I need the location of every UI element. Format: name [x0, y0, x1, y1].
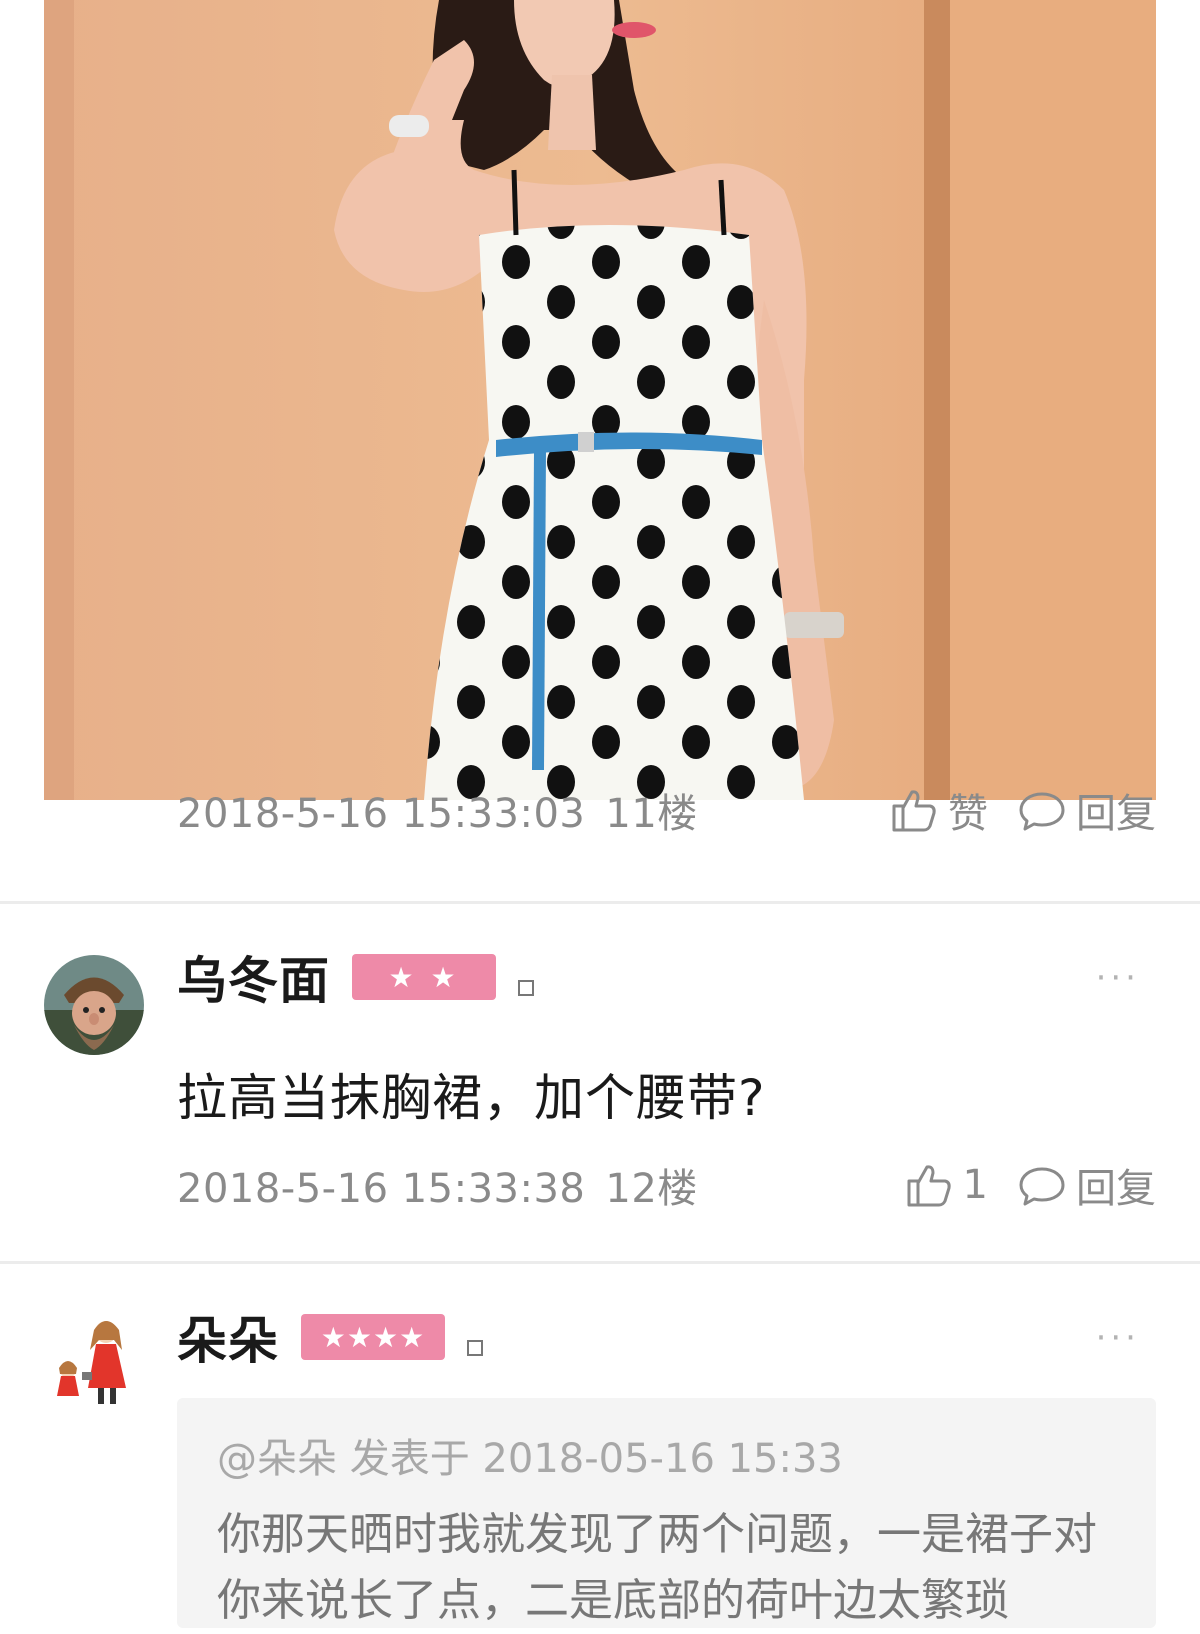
- post-photo[interactable]: [44, 0, 1156, 800]
- comment-bubble-icon: [1019, 792, 1065, 831]
- divider: [0, 1261, 1200, 1264]
- level-badge: ★ ★: [352, 954, 496, 1000]
- thumbs-up-icon: [907, 1165, 951, 1207]
- thumbs-up-icon: [892, 790, 936, 832]
- username[interactable]: 朵朵: [177, 1301, 279, 1373]
- square-icon: [518, 980, 534, 996]
- post-timestamp: 2018-5-16 15:33:03: [177, 791, 586, 837]
- woman-polka-dot-dress-image: [44, 0, 1156, 800]
- avatar[interactable]: [44, 955, 144, 1055]
- like-label: 赞: [948, 791, 988, 837]
- comment-actions: 1 回复: [905, 1156, 1156, 1214]
- comment-user-line: 朵朵 ★★★★: [177, 1302, 483, 1372]
- post-floor: 11楼: [605, 791, 698, 837]
- reply-button[interactable]: 回复: [1018, 1156, 1156, 1214]
- like-button[interactable]: 赞: [890, 781, 988, 839]
- reply-label: 回复: [1076, 1166, 1156, 1212]
- comment-text: 拉高当抹胸裙，加个腰带?: [177, 1069, 766, 1127]
- cartoon-girls-avatar-image: [44, 1310, 144, 1410]
- more-dots-icon[interactable]: ···: [1096, 1318, 1140, 1358]
- post-meta-row: 2018-5-16 15:33:03 11楼 赞 回复: [177, 780, 1156, 840]
- more-dots-icon[interactable]: ···: [1096, 958, 1140, 998]
- comment-floor: 12楼: [605, 1166, 698, 1212]
- post-meta: 2018-5-16 15:33:03 11楼: [177, 781, 698, 839]
- comment-bubble-icon: [1019, 1167, 1065, 1206]
- divider: [0, 901, 1200, 904]
- reply-label: 回复: [1076, 791, 1156, 837]
- quote-body: 你那天晒时我就发现了两个问题，一是裙子对你来说长了点，二是底部的荷叶边太繁琐: [217, 1509, 1097, 1626]
- avatar[interactable]: [44, 1310, 144, 1410]
- comment-timestamp: 2018-5-16 15:33:38: [177, 1166, 586, 1212]
- reply-button[interactable]: 回复: [1018, 781, 1156, 839]
- comment-meta-row: 2018-5-16 15:33:38 12楼 1 回复: [177, 1155, 1156, 1215]
- like-count: 1: [962, 1162, 988, 1208]
- comment-meta: 2018-5-16 15:33:38 12楼: [177, 1156, 698, 1214]
- quote-header[interactable]: @朵朵 发表于 2018-05-16 15:33: [217, 1426, 843, 1484]
- like-button[interactable]: 1: [905, 1161, 988, 1209]
- comment-user-line: 乌冬面 ★ ★: [177, 942, 534, 1012]
- square-icon: [467, 1340, 483, 1356]
- post-actions: 赞 回复: [890, 781, 1156, 839]
- level-badge: ★★★★: [301, 1314, 445, 1360]
- dwarf-avatar-image: [44, 955, 144, 1055]
- quoted-reply: @朵朵 发表于 2018-05-16 15:33 你那天晒时我就发现了两个问题，…: [177, 1398, 1156, 1628]
- username[interactable]: 乌冬面: [177, 941, 330, 1013]
